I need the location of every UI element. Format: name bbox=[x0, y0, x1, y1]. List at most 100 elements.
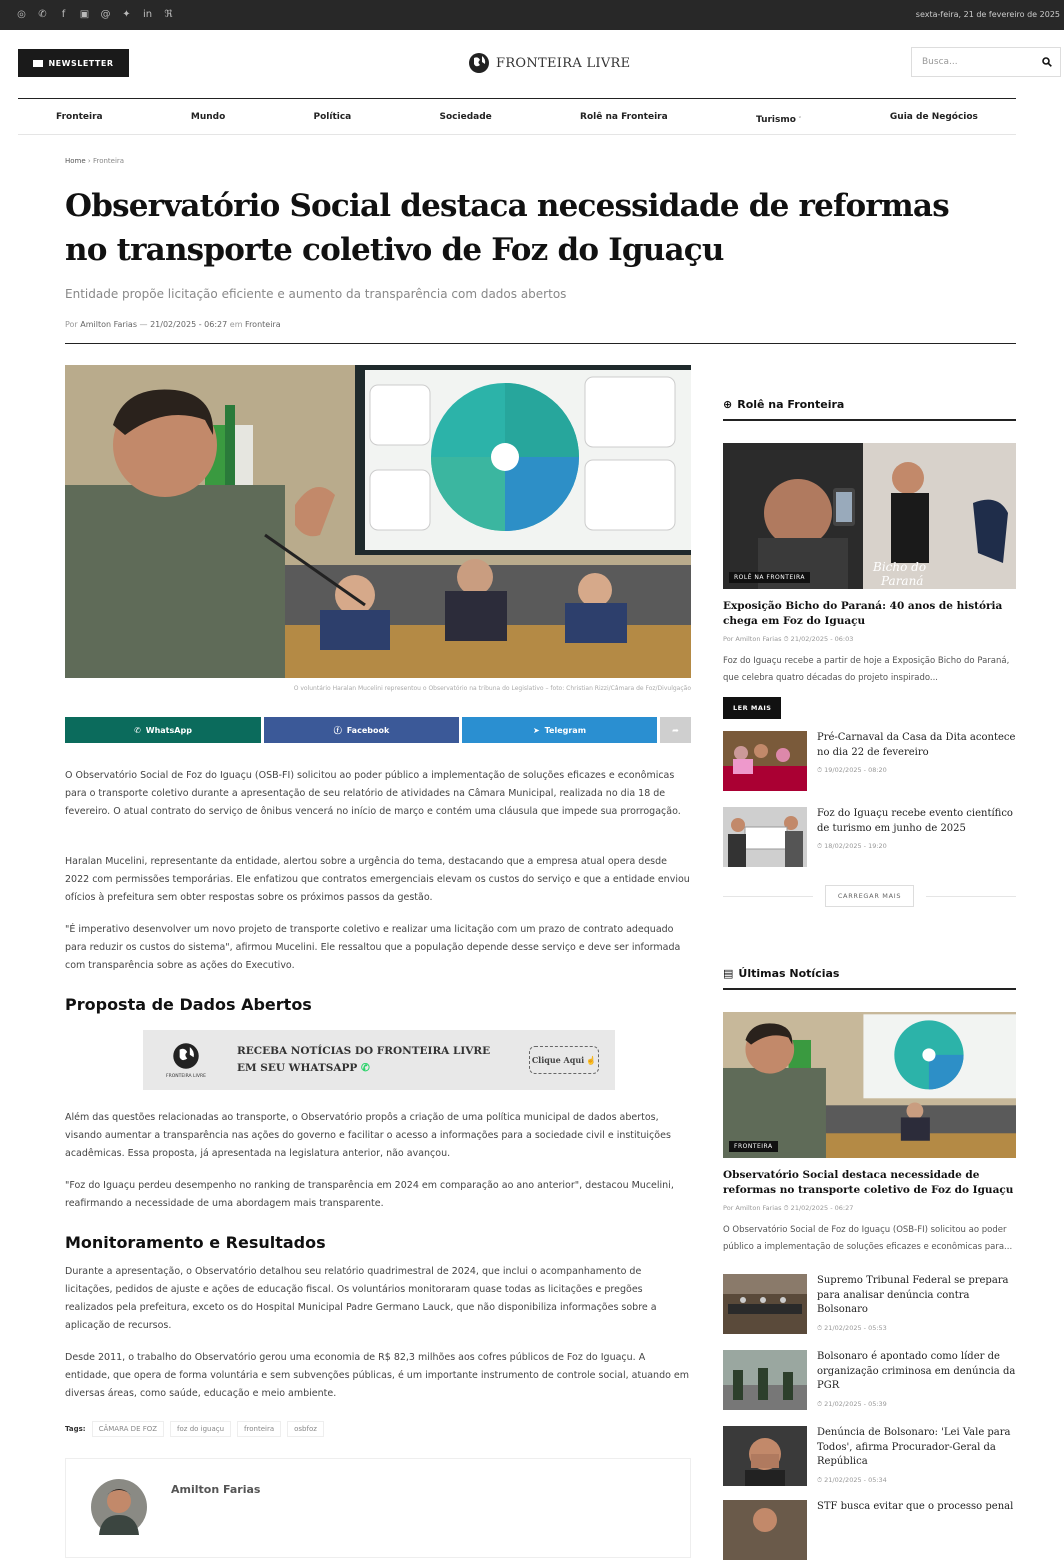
nav-mundo[interactable]: Mundo bbox=[191, 112, 225, 122]
banner-logo-text: FRONTEIRA LIVRE bbox=[166, 1073, 206, 1079]
threads-icon[interactable]: @ bbox=[100, 9, 111, 20]
nav-turismo[interactable]: Turismo bbox=[756, 115, 796, 125]
read-more-button[interactable]: LER MAIS bbox=[723, 697, 782, 719]
featured-category-label[interactable]: ROLÊ NA FRONTEIRA bbox=[729, 572, 811, 583]
item-date: ⏱ 21/02/2025 - 05:34 bbox=[817, 1475, 887, 1484]
main-nav: Fronteira Mundo Política Sociedade Rolê … bbox=[18, 98, 1016, 135]
sidebar-featured-meta: Por Amilton Farias ⏱ 21/02/2025 - 06:03 bbox=[723, 635, 854, 643]
author-name[interactable]: Amilton Farias bbox=[171, 1483, 260, 1496]
featured-category-label[interactable]: FRONTEIRA bbox=[729, 1141, 778, 1152]
item-date: ⏱ 18/02/2025 - 19:20 bbox=[817, 842, 887, 850]
share-whatsapp-button[interactable]: ✆ WhatsApp bbox=[65, 717, 261, 743]
item-title[interactable]: Foz do Iguaçu recebe evento científico d… bbox=[817, 807, 1016, 836]
sidebar-list-item[interactable]: Foz do Iguaçu recebe evento científico d… bbox=[723, 807, 1016, 867]
breadcrumb-home[interactable]: Home bbox=[65, 157, 86, 165]
whatsapp-icon[interactable]: ✆ bbox=[37, 9, 48, 20]
item-title[interactable]: STF busca evitar que o processo penal bbox=[817, 1500, 1013, 1515]
article-main-image bbox=[65, 365, 691, 678]
item-thumbnail[interactable] bbox=[723, 1426, 807, 1486]
sidebar-list-item[interactable]: Bolsonaro é apontado como líder de organ… bbox=[723, 1350, 1016, 1410]
chevron-down-icon: ˅ bbox=[795, 116, 802, 124]
item-date: ⏱ 19/02/2025 - 08:20 bbox=[817, 766, 887, 774]
globe-logo-icon bbox=[173, 1042, 199, 1069]
item-thumbnail[interactable] bbox=[723, 1274, 807, 1334]
rss-icon[interactable]: ℜ bbox=[163, 9, 174, 20]
share-bar: ✆ WhatsApp ⓕ Facebook ➤ Telegram ➦ bbox=[65, 717, 691, 743]
item-date: ⏱ 21/02/2025 - 05:53 bbox=[817, 1323, 887, 1332]
nav-turismo-wrap[interactable]: Turismo ˅ bbox=[756, 107, 802, 126]
sidebar-list-item[interactable]: Supremo Tribunal Federal se prepara para… bbox=[723, 1274, 1016, 1334]
author-box: Amilton Farias bbox=[65, 1458, 691, 1558]
nav-politica[interactable]: Política bbox=[314, 112, 352, 122]
share-arrow-icon: ➦ bbox=[672, 725, 679, 735]
share-more-button[interactable]: ➦ bbox=[660, 717, 691, 743]
tag-fronteira[interactable]: fronteira bbox=[237, 1421, 282, 1437]
nav-sociedade[interactable]: Sociedade bbox=[440, 112, 492, 122]
sidebar-heading: ⊕ Rolê na Fronteira bbox=[723, 398, 1016, 421]
site-logo[interactable]: FRONTEIRA LIVRE bbox=[468, 52, 630, 74]
banner-line-1: RECEBA NOTÍCIAS DO FRONTEIRA LIVRE bbox=[237, 1045, 491, 1057]
item-date: ⏱ 21/02/2025 - 05:39 bbox=[817, 1399, 887, 1408]
twitter-icon[interactable]: ✦ bbox=[121, 9, 132, 20]
search-icon[interactable] bbox=[1042, 57, 1052, 67]
sidebar-heading-text[interactable]: Rolê na Fronteira bbox=[737, 398, 844, 411]
sidebar-featured-image[interactable]: Bicho do Paraná ROLÊ NA FRONTEIRA bbox=[723, 443, 1016, 589]
newspaper-icon: ▤ bbox=[723, 967, 734, 980]
item-thumbnail[interactable] bbox=[723, 807, 807, 867]
instagram-icon[interactable]: ◎ bbox=[16, 9, 27, 20]
svg-text:Paraná: Paraná bbox=[880, 574, 923, 588]
article-author[interactable]: Amilton Farias bbox=[80, 320, 137, 329]
share-telegram-button[interactable]: ➤ Telegram bbox=[462, 717, 657, 743]
facebook-icon[interactable]: f bbox=[58, 9, 69, 20]
paragraph-7: Desde 2011, o trabalho do Observatório g… bbox=[65, 1352, 690, 1399]
banner-line-2: EM SEU WHATSAPP bbox=[237, 1062, 358, 1074]
search-input[interactable]: Busca... bbox=[922, 57, 958, 67]
breadcrumb-section[interactable]: Fronteira bbox=[93, 157, 124, 165]
tag-osbfoz[interactable]: osbfoz bbox=[287, 1421, 324, 1437]
share-facebook-button[interactable]: ⓕ Facebook bbox=[264, 717, 459, 743]
section-heading-dados-abertos: Proposta de Dados Abertos bbox=[65, 995, 312, 1014]
item-thumbnail[interactable] bbox=[723, 1500, 807, 1560]
linkedin-icon[interactable]: in bbox=[142, 9, 153, 20]
article-category[interactable]: Fronteira bbox=[245, 320, 281, 329]
nav-guia-de-negocios[interactable]: Guia de Negócios bbox=[890, 112, 978, 122]
main-photo-illustration bbox=[65, 365, 691, 678]
sidebar-list-item[interactable]: STF busca evitar que o processo penal bbox=[723, 1500, 1016, 1560]
breadcrumb: Home › Fronteira bbox=[65, 157, 124, 165]
logo-text: FRONTEIRA LIVRE bbox=[496, 55, 631, 71]
sidebar-heading: ▤ Últimas Notícias bbox=[723, 967, 1016, 990]
sidebar-featured-title[interactable]: Exposição Bicho do Paraná: 40 anos de hi… bbox=[723, 599, 1016, 629]
sidebar-heading-text[interactable]: Últimas Notícias bbox=[738, 967, 839, 980]
item-thumbnail[interactable] bbox=[723, 1350, 807, 1410]
nav-fronteira[interactable]: Fronteira bbox=[56, 112, 103, 122]
paragraph-2: Haralan Mucelini, representante da entid… bbox=[65, 856, 690, 903]
newsletter-button[interactable]: NEWSLETTER bbox=[18, 49, 129, 77]
youtube-icon[interactable]: ▣ bbox=[79, 9, 90, 20]
item-title[interactable]: Pré-Carnaval da Casa da Dita acontece no… bbox=[817, 731, 1016, 760]
share-whatsapp-label: WhatsApp bbox=[145, 725, 192, 735]
tag-foz-do-iguacu[interactable]: foz do iguaçu bbox=[170, 1421, 232, 1437]
share-telegram-label: Telegram bbox=[544, 725, 587, 735]
item-title[interactable]: Supremo Tribunal Federal se prepara para… bbox=[817, 1274, 1016, 1318]
whatsapp-banner[interactable]: FRONTEIRA LIVRE RECEBA NOTÍCIAS DO FRONT… bbox=[143, 1030, 615, 1090]
meta-in: em bbox=[229, 320, 243, 329]
sidebar-list-item[interactable]: Denúncia de Bolsonaro: 'Lei Vale para To… bbox=[723, 1426, 1016, 1486]
load-more-button[interactable]: CARREGAR MAIS bbox=[824, 885, 915, 907]
item-thumbnail[interactable] bbox=[723, 731, 807, 791]
banner-click-button[interactable]: Clique Aqui ☝ bbox=[529, 1046, 599, 1074]
whatsapp-icon: ✆ bbox=[360, 1062, 370, 1074]
nav-role-na-fronteira[interactable]: Rolê na Fronteira bbox=[580, 112, 668, 122]
pointer-hand-icon: ☝ bbox=[586, 1055, 597, 1065]
author-avatar[interactable] bbox=[91, 1479, 147, 1535]
item-title[interactable]: Bolsonaro é apontado como líder de organ… bbox=[817, 1350, 1016, 1394]
load-more-row: CARREGAR MAIS bbox=[723, 885, 1017, 907]
divider bbox=[926, 895, 1017, 897]
sidebar-featured-title[interactable]: Observatório Social destaca necessidade … bbox=[723, 1168, 1016, 1198]
current-date: sexta-feira, 21 de fevereiro de 2025 bbox=[915, 10, 1060, 19]
sidebar-featured-excerpt: O Observatório Social de Foz do Iguaçu (… bbox=[723, 1225, 1013, 1252]
sidebar-list-item[interactable]: Pré-Carnaval da Casa da Dita acontece no… bbox=[723, 731, 1016, 791]
search-box[interactable]: Busca... bbox=[911, 47, 1061, 77]
item-title[interactable]: Denúncia de Bolsonaro: 'Lei Vale para To… bbox=[817, 1426, 1016, 1470]
sidebar-featured-image[interactable]: FRONTEIRA bbox=[723, 1012, 1016, 1158]
tag-camara-de-foz[interactable]: CÂMARA DE FOZ bbox=[91, 1421, 165, 1437]
